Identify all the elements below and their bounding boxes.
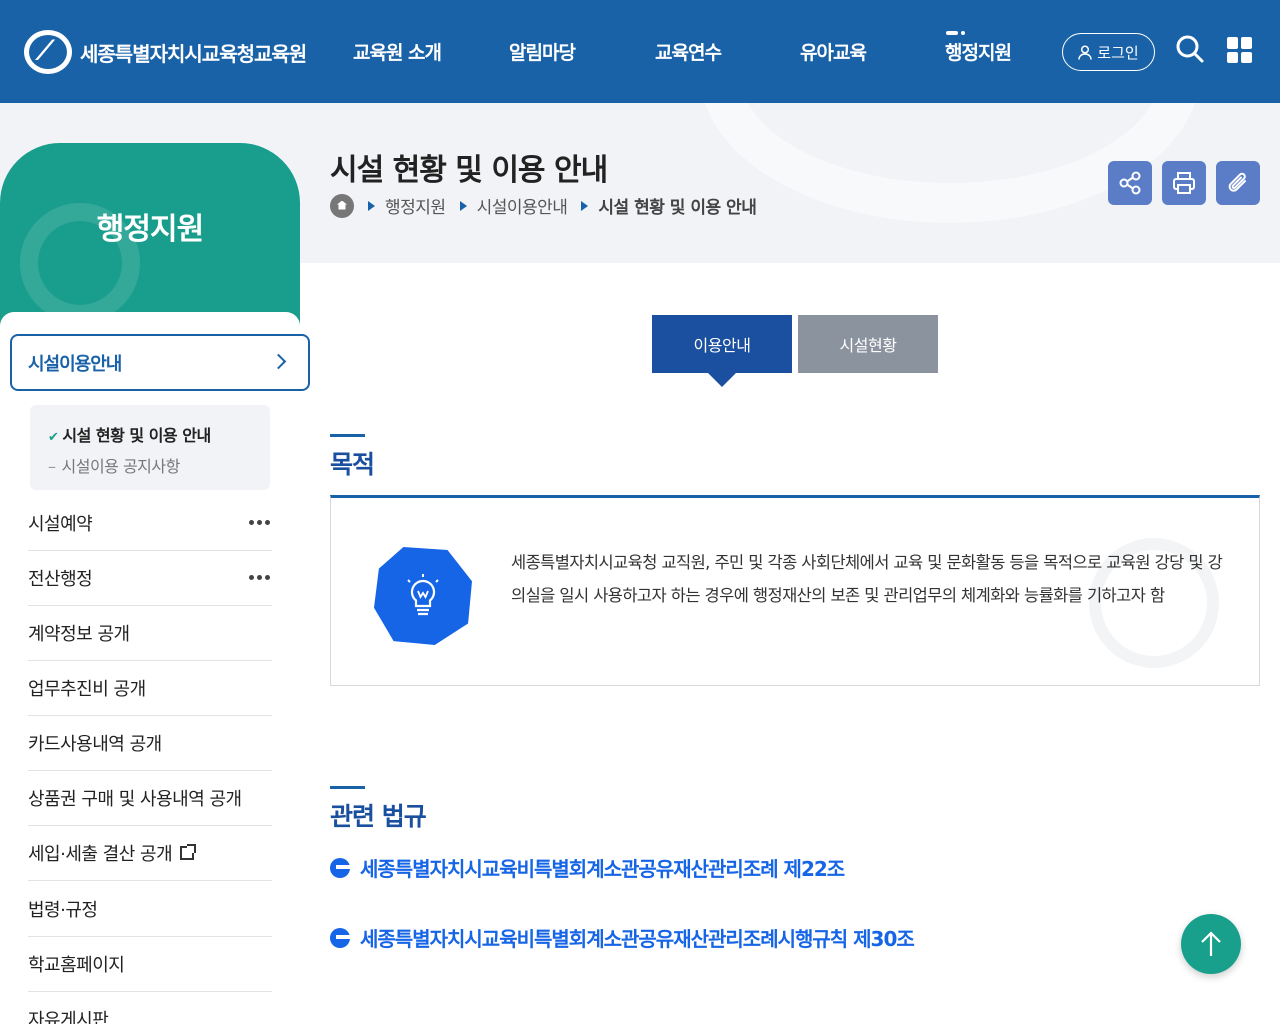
login-label: 로그인	[1097, 43, 1139, 62]
submenu-box	[30, 405, 270, 490]
share-icon	[1119, 171, 1141, 195]
submenu-item-current[interactable]: ✔ 시설 현황 및 이용 안내	[48, 422, 211, 446]
sidebar-item-label: 계약정보 공개	[28, 624, 130, 645]
sitemap-grid-icon[interactable]	[1227, 37, 1253, 63]
submenu-item-notice[interactable]: – 시설이용 공지사항	[48, 453, 180, 477]
section-title-purpose: 목적	[330, 450, 375, 479]
user-icon	[1078, 44, 1093, 60]
sidebar-item-label: 카드사용내역 공개	[28, 734, 162, 755]
print-button[interactable]	[1162, 161, 1206, 205]
sidebar-item-label: 세입·세출 결산 공개	[28, 844, 173, 865]
sidebar-item-school-homepage[interactable]: 학교홈페이지	[28, 937, 272, 992]
law-link[interactable]: 세종특별자치시교육비특별회계소관공유재산관리조례 제22조	[330, 853, 845, 882]
chevron-right-icon	[270, 353, 287, 370]
home-icon[interactable]	[330, 193, 354, 218]
paperclip-icon	[1228, 172, 1246, 192]
section-title-laws: 관련 법규	[330, 802, 427, 831]
sidebar-item-laws[interactable]: 법령·규정	[28, 882, 272, 937]
sidebar-item-facility-reservation[interactable]: 시설예약	[28, 496, 272, 551]
sidebar-item-facility-guide[interactable]: 시설이용안내	[10, 334, 310, 391]
more-icon[interactable]	[249, 575, 270, 580]
scroll-top-button[interactable]	[1181, 914, 1241, 974]
breadcrumb-arrow-icon	[581, 200, 589, 211]
more-icon[interactable]	[249, 520, 270, 525]
printer-icon	[1173, 172, 1195, 194]
sidebar-item-contract-info[interactable]: 계약정보 공개	[28, 606, 272, 661]
site-logo[interactable]: 세종특별자치시교육청교육원	[24, 30, 307, 74]
tab-label: 시설현황	[839, 336, 897, 355]
site-header: 세종특별자치시교육청교육원 교육원 소개 알림마당 교육연수 유아교육 행정지원…	[0, 0, 1280, 103]
tab-facility-status[interactable]: 시설현황	[798, 315, 938, 373]
attachment-button[interactable]	[1216, 161, 1260, 205]
nav-item-notice[interactable]: 알림마당	[509, 38, 576, 65]
sidebar-item-label: 자유게시판	[28, 1010, 109, 1024]
breadcrumb-arrow-icon	[459, 200, 467, 211]
sidebar-item-expense-disclosure[interactable]: 업무추진비 공개	[28, 661, 272, 716]
nav-item-early-childhood[interactable]: 유아교육	[800, 38, 867, 65]
law-link-label: 세종특별자치시교육비특별회계소관공유재산관리조례 제22조	[360, 857, 845, 881]
page-title: 시설 현황 및 이용 안내	[330, 153, 608, 188]
check-icon: ✔	[48, 430, 59, 445]
sidebar-item-budget-settlement[interactable]: 세입·세출 결산 공개	[28, 826, 272, 881]
law-link-label: 세종특별자치시교육비특별회계소관공유재산관리조례시행규칙 제30조	[360, 927, 915, 951]
breadcrumb-item[interactable]: 시설이용안내	[477, 193, 568, 218]
sidebar-item-label: 법령·규정	[28, 900, 98, 921]
search-icon[interactable]	[1175, 34, 1205, 64]
org-name: 세종특별자치시교육청교육원	[80, 41, 307, 66]
sidebar-item-it-admin[interactable]: 전산행정	[28, 551, 272, 606]
sidebar-item-label: 학교홈페이지	[28, 955, 125, 976]
nav-item-training[interactable]: 교육연수	[655, 38, 722, 65]
dash-icon: –	[48, 457, 56, 476]
bullet-icon	[330, 857, 350, 878]
sidebar-item-label: 시설예약	[28, 514, 93, 535]
active-nav-indicator	[946, 31, 965, 35]
arrow-up-icon	[1201, 931, 1221, 956]
section-bar	[330, 434, 365, 437]
sidebar-item-label: 업무추진비 공개	[28, 679, 146, 700]
sidebar-item-label: 상품권 구매 및 사용내역 공개	[28, 789, 242, 810]
logo-icon	[24, 30, 72, 74]
tab-label: 이용안내	[693, 336, 751, 355]
login-button[interactable]: 로그인	[1062, 33, 1155, 71]
purpose-text: 세종특별자치시교육청 교직원, 주민 및 각종 사회단체에서 교육 및 문화활동…	[511, 553, 1223, 605]
nav-item-admin-support[interactable]: 행정지원	[945, 38, 1012, 65]
sidebar-item-gift-certificate[interactable]: 상품권 구매 및 사용내역 공개	[28, 771, 272, 826]
breadcrumb-current: 시설 현황 및 이용 안내	[598, 198, 757, 218]
breadcrumb-arrow-icon	[368, 200, 375, 211]
nav-item-about[interactable]: 교육원 소개	[353, 38, 442, 65]
submenu-label: 시설 현황 및 이용 안내	[62, 426, 211, 445]
section-bar	[330, 786, 365, 789]
tab-usage-guide[interactable]: 이용안내	[652, 315, 792, 387]
sidebar-active-label: 시설이용안내	[28, 353, 122, 375]
sidebar-item-card-usage[interactable]: 카드사용내역 공개	[28, 716, 272, 771]
law-link[interactable]: 세종특별자치시교육비특별회계소관공유재산관리조례시행규칙 제30조	[330, 923, 915, 952]
submenu-label: 시설이용 공지사항	[61, 457, 181, 476]
breadcrumb: 행정지원 시설이용안내 시설 현황 및 이용 안내	[330, 193, 757, 218]
sidebar-item-free-board[interactable]: 자유게시판	[28, 992, 272, 1024]
sidebar-title: 행정지원	[96, 212, 204, 247]
sidebar-item-label: 전산행정	[28, 569, 93, 590]
external-link-icon	[180, 844, 197, 860]
share-button[interactable]	[1108, 161, 1152, 205]
bullet-icon	[330, 927, 350, 948]
breadcrumb-item[interactable]: 행정지원	[385, 193, 446, 218]
